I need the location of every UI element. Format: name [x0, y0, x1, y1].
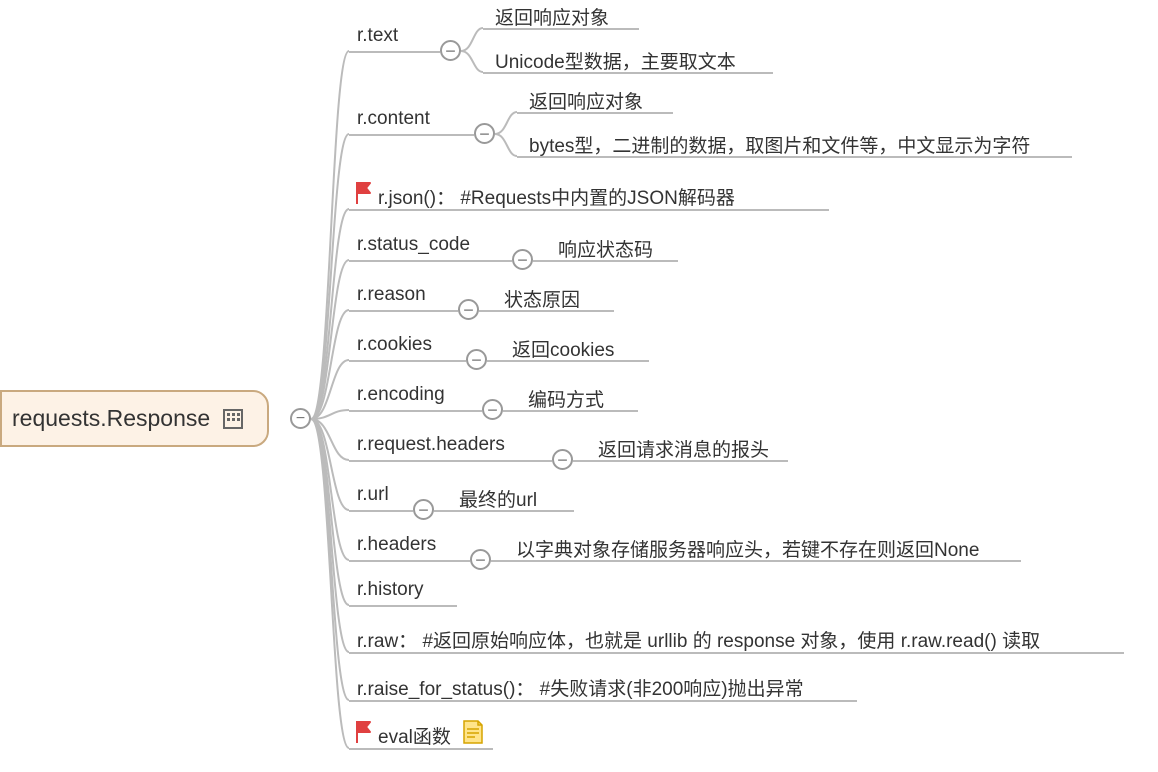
root-node[interactable]: requests.Response [0, 390, 269, 447]
building-icon [220, 406, 246, 432]
node-underline [349, 360, 466, 362]
node-r-headers[interactable]: r.headers [357, 534, 436, 556]
node-underline [349, 460, 552, 462]
node-r-status-code[interactable]: r.status_code [357, 234, 470, 256]
root-label: requests.Response [12, 405, 210, 432]
node-underline [349, 260, 512, 262]
subnode-headers-0[interactable]: 以字典对象存储服务器响应头，若键不存在则返回None [516, 535, 979, 562]
node-underline [349, 134, 474, 136]
note-icon [462, 719, 484, 745]
node-underline [349, 560, 470, 562]
node-r-request-headers[interactable]: r.request.headers [357, 434, 505, 456]
node-r-text[interactable]: r.text [357, 25, 398, 47]
node-r-raise-for-status[interactable]: r.raise_for_status()： #失败请求(非200响应)抛出异常 [357, 674, 804, 701]
collapse-icon[interactable]: − [552, 449, 573, 470]
node-r-cookies[interactable]: r.cookies [357, 334, 432, 356]
subnode-reason-0[interactable]: 状态原因 [504, 285, 580, 312]
collapse-icon[interactable]: − [458, 299, 479, 320]
node-underline [349, 310, 458, 312]
node-r-encoding[interactable]: r.encoding [357, 384, 445, 406]
subnode-cookies-0[interactable]: 返回cookies [512, 335, 614, 362]
node-underline [349, 510, 413, 512]
node-r-url[interactable]: r.url [357, 484, 389, 506]
collapse-icon[interactable]: − [290, 408, 311, 429]
collapse-icon[interactable]: − [440, 40, 461, 61]
collapse-icon[interactable]: − [512, 249, 533, 270]
flag-icon [355, 721, 373, 749]
subnode-encoding-0[interactable]: 编码方式 [528, 385, 604, 412]
collapse-icon[interactable]: − [466, 349, 487, 370]
node-r-history[interactable]: r.history [357, 579, 424, 601]
node-underline [349, 410, 482, 412]
collapse-icon[interactable]: − [470, 549, 491, 570]
node-r-json[interactable]: r.json()： #Requests中内置的JSON解码器 [378, 183, 735, 210]
collapse-icon[interactable]: − [474, 123, 495, 144]
subnode-content-1[interactable]: bytes型，二进制的数据，取图片和文件等，中文显示为字符 [529, 131, 1030, 158]
subnode-status-0[interactable]: 响应状态码 [558, 235, 653, 262]
node-r-reason[interactable]: r.reason [357, 284, 426, 306]
subnode-content-0[interactable]: 返回响应对象 [529, 87, 643, 114]
flag-icon [355, 182, 373, 210]
node-r-content[interactable]: r.content [357, 108, 430, 130]
subnode-url-0[interactable]: 最终的url [459, 485, 537, 512]
node-underline [349, 605, 457, 607]
subnode-text-1[interactable]: Unicode型数据，主要取文本 [495, 47, 736, 74]
collapse-icon[interactable]: − [413, 499, 434, 520]
node-underline [349, 51, 440, 53]
collapse-icon[interactable]: − [482, 399, 503, 420]
node-eval[interactable]: eval函数 [378, 722, 451, 749]
node-r-raw[interactable]: r.raw： #返回原始响应体，也就是 urllib 的 response 对象… [357, 626, 1040, 653]
subnode-text-0[interactable]: 返回响应对象 [495, 3, 609, 30]
subnode-reqhdr-0[interactable]: 返回请求消息的报头 [598, 435, 769, 462]
